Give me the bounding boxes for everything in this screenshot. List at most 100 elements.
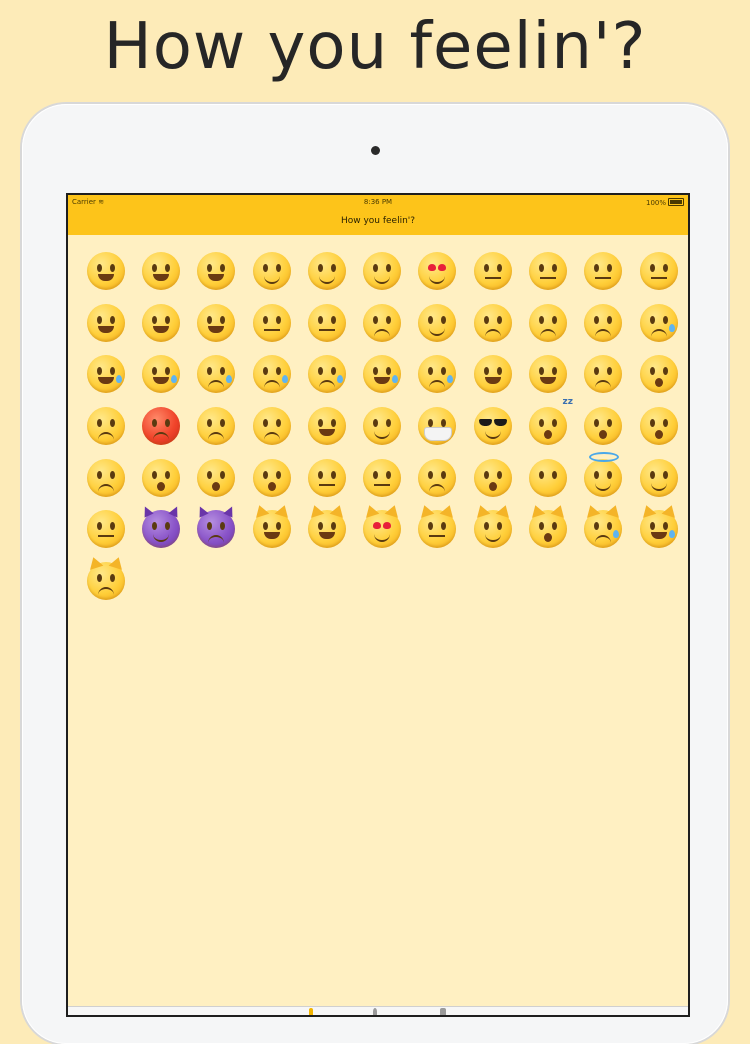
- emoji-button-no-mouth-face[interactable]: [520, 452, 575, 504]
- emoji-button-smiling-face-open-mouth[interactable]: [133, 245, 188, 297]
- emoji-button-angry-face[interactable]: [78, 400, 133, 452]
- face-blowing-kiss-icon: [473, 251, 512, 290]
- emoji-button-joy-cat[interactable]: [299, 503, 354, 555]
- emoji-button-winking-tongue-face[interactable]: [78, 297, 133, 349]
- sleeping-face-icon: zz: [529, 397, 573, 445]
- emoji-button-squinting-tongue-face[interactable]: [133, 297, 188, 349]
- smiling-face-smiling-eyes-icon: [252, 251, 291, 290]
- emoji-button-heart-eyes-face[interactable]: [410, 245, 465, 297]
- smirking-face-icon: [639, 458, 678, 497]
- emoji-grid: zz: [78, 245, 688, 607]
- emoji-button-sleepy-face[interactable]: [189, 348, 244, 400]
- emoji-button-neutral-face[interactable]: [354, 452, 409, 504]
- anxious-sweat-face-icon: [307, 355, 346, 394]
- emoji-button-pensive-face[interactable]: [354, 297, 409, 349]
- kissing-face-smiling-eyes-icon: [529, 251, 568, 290]
- neutral-face-icon: [363, 458, 402, 497]
- flushed-face-icon: [252, 303, 291, 342]
- emoji-button-crying-cat[interactable]: [576, 503, 631, 555]
- emoji-button-screaming-face[interactable]: [631, 348, 686, 400]
- grinning-face-smiling-eyes-icon: [86, 251, 125, 290]
- emoji-button-smirk-cat[interactable]: [465, 503, 520, 555]
- emoji-button-face-blowing-kiss[interactable]: [465, 245, 520, 297]
- emoji-button-pouting-face[interactable]: [133, 400, 188, 452]
- tongue-face-icon: [197, 303, 236, 342]
- emoji-button-flushed-face[interactable]: [244, 297, 299, 349]
- emoji-button-tears-of-joy-cat[interactable]: [631, 503, 686, 555]
- fearful-face-icon: [584, 355, 623, 394]
- emoji-button-kissing-cat[interactable]: [410, 503, 465, 555]
- emoji-button-kissing-face-closed-eyes[interactable]: [631, 245, 686, 297]
- nav-title: How you feelin'?: [340, 216, 416, 226]
- emoji-button-relieved-face[interactable]: [410, 297, 465, 349]
- emoji-button-smirking-face[interactable]: [631, 452, 686, 504]
- emoji-button-grinning-face[interactable]: [189, 245, 244, 297]
- winking-tongue-face-icon: [86, 303, 125, 342]
- emoji-button-fearful-face[interactable]: [576, 348, 631, 400]
- emoji-button-sunglasses-face[interactable]: [465, 400, 520, 452]
- emoji-button-weary-face[interactable]: [465, 348, 520, 400]
- crying-face-icon: [639, 303, 678, 342]
- emoji-button-confounded-face[interactable]: [244, 400, 299, 452]
- emoji-button-open-mouth-face[interactable]: [244, 452, 299, 504]
- promo-title: How you feelin'?: [103, 10, 647, 84]
- emoji-button-loudly-crying-face[interactable]: [133, 348, 188, 400]
- emoji-button-laughing-face[interactable]: [299, 400, 354, 452]
- joy-cat-icon: [307, 510, 346, 549]
- emoji-button-relaxed-face[interactable]: [299, 245, 354, 297]
- confounded-face-icon: [252, 406, 291, 445]
- emoji-button-triumph-face[interactable]: [189, 400, 244, 452]
- emoji-button-confused-face[interactable]: [410, 452, 465, 504]
- emoji-button-hushed-face[interactable]: [465, 452, 520, 504]
- emoji-button-worried-face[interactable]: [78, 452, 133, 504]
- emoji-button-grinning-cat[interactable]: [244, 503, 299, 555]
- emoji-button-weary-cat[interactable]: [520, 503, 575, 555]
- emoji-button-frowning-open-mouth-face[interactable]: [133, 452, 188, 504]
- emoji-button-pouting-cat[interactable]: [78, 555, 133, 607]
- emoji-button-sleeping-face[interactable]: zz: [520, 397, 575, 452]
- emoji-button-kissing-face[interactable]: [576, 245, 631, 297]
- kissing-face-icon: [584, 251, 623, 290]
- emoji-button-tired-face[interactable]: [520, 348, 575, 400]
- emoji-button-smiling-imp[interactable]: [133, 503, 188, 555]
- smirk-cat-icon: [473, 510, 512, 549]
- emoji-button-medical-mask-face[interactable]: [410, 400, 465, 452]
- emoji-button-grimacing-teeth-face[interactable]: [299, 452, 354, 504]
- weary-face-icon: [473, 355, 512, 394]
- emoji-button-halo-face[interactable]: [576, 451, 631, 504]
- emoji-button-unamused-face[interactable]: [465, 297, 520, 349]
- emoji-button-imp-face[interactable]: [189, 503, 244, 555]
- emoji-button-disappointed-relieved-face[interactable]: [244, 348, 299, 400]
- emoji-button-crying-face[interactable]: [631, 297, 686, 349]
- loudly-crying-face-icon: [141, 355, 180, 394]
- tab-settings-icon[interactable]: [438, 1007, 448, 1015]
- emoji-button-savoring-food-face[interactable]: [354, 400, 409, 452]
- astonished-face-icon: [639, 406, 678, 445]
- emoji-button-persevering-face[interactable]: [576, 297, 631, 349]
- emoji-button-anguished-face[interactable]: [189, 452, 244, 504]
- pouting-cat-icon: [86, 561, 125, 600]
- emoji-button-astonished-face[interactable]: [631, 400, 686, 452]
- emoji-button-downcast-sweat-face[interactable]: [410, 348, 465, 400]
- battery-percent: 100%: [645, 199, 666, 207]
- emoji-button-heart-eyes-cat[interactable]: [354, 503, 409, 555]
- emoji-button-grinning-sweat-face[interactable]: [354, 348, 409, 400]
- emoji-button-smiling-face-smiling-eyes[interactable]: [244, 245, 299, 297]
- savoring-food-face-icon: [363, 406, 402, 445]
- emoji-button-winking-face[interactable]: [354, 245, 409, 297]
- emoji-button-grimacing-face[interactable]: [299, 297, 354, 349]
- emoji-button-tongue-face[interactable]: [189, 297, 244, 349]
- emoji-button-tears-of-joy-face[interactable]: [78, 348, 133, 400]
- expressionless-face-icon: [86, 510, 125, 549]
- emoji-button-dizzy-face[interactable]: [576, 400, 631, 452]
- emoji-button-kissing-face-smiling-eyes[interactable]: [520, 245, 575, 297]
- emoji-button-grinning-face-smiling-eyes[interactable]: [78, 245, 133, 297]
- tab-emoji-icon[interactable]: [306, 1007, 316, 1015]
- emoji-button-anxious-sweat-face[interactable]: [299, 348, 354, 400]
- angry-face-icon: [86, 406, 125, 445]
- status-time: 8:36 PM: [363, 198, 393, 206]
- emoji-button-expressionless-face[interactable]: [78, 503, 133, 555]
- emoji-button-disappointed-face[interactable]: [520, 297, 575, 349]
- grinning-face-icon: [197, 251, 236, 290]
- tab-profile-icon[interactable]: [370, 1007, 380, 1015]
